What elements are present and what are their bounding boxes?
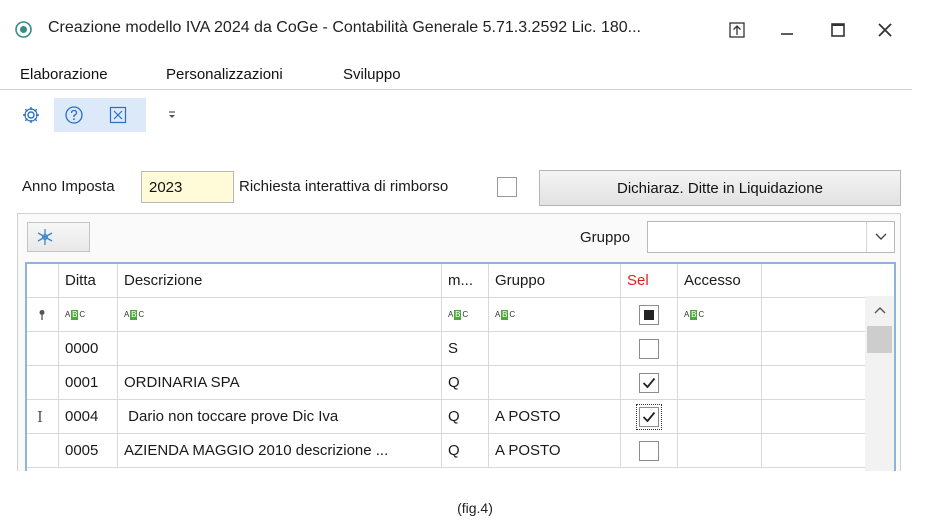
col-header-m[interactable]: m... — [442, 264, 489, 297]
col-header-descrizione[interactable]: Descrizione — [118, 264, 442, 297]
abc-filter-icon: ABC — [684, 309, 705, 320]
ditte-grid: Ditta Descrizione m... Gruppo Sel Access… — [25, 262, 896, 471]
cell-sel — [621, 434, 678, 467]
table-row[interactable]: 0001 ORDINARIA SPA Q — [27, 366, 867, 400]
cell-m: S — [442, 332, 489, 365]
col-header-gruppo[interactable]: Gruppo — [489, 264, 621, 297]
window-title: Creazione modello IVA 2024 da CoGe - Con… — [48, 19, 641, 36]
sel-checkbox[interactable] — [639, 440, 659, 461]
checkmark-icon — [642, 377, 656, 388]
table-row[interactable]: I 0004 Dario non toccare prove Dic Iva Q… — [27, 400, 867, 434]
row-marker — [27, 332, 59, 365]
cell-m: Q — [442, 400, 489, 433]
vertical-scrollbar[interactable] — [865, 296, 894, 471]
help-close-group — [54, 98, 146, 132]
text-cursor-icon: I — [27, 400, 59, 433]
sel-filter-checkbox[interactable] — [639, 304, 659, 325]
cell-gruppo: A POSTO — [489, 400, 621, 433]
cell-gruppo — [489, 366, 621, 399]
col-header-filler — [762, 264, 867, 297]
app-icon — [15, 21, 32, 38]
dichiaraz-ditte-button[interactable]: Dichiaraz. Ditte in Liquidazione — [539, 170, 901, 206]
cell-accesso — [678, 434, 762, 467]
checkmark-icon — [642, 411, 656, 422]
cell-accesso — [678, 400, 762, 433]
close-x-icon[interactable] — [109, 106, 127, 128]
chevron-up-icon[interactable] — [865, 296, 894, 324]
filter-filler — [762, 298, 867, 331]
minimize-icon[interactable] — [772, 15, 802, 45]
cell-sel — [621, 366, 678, 399]
filter-sel[interactable] — [621, 298, 678, 331]
menu-sviluppo[interactable]: Sviluppo — [343, 66, 401, 83]
gruppo-select[interactable] — [647, 221, 895, 253]
cell-gruppo — [489, 332, 621, 365]
snowflake-icon — [37, 229, 53, 245]
col-header-accesso[interactable]: Accesso — [678, 264, 762, 297]
title-bar: Creazione modello IVA 2024 da CoGe - Con… — [0, 0, 950, 62]
sel-checkbox[interactable] — [639, 338, 659, 359]
abc-filter-icon: ABC — [448, 309, 469, 320]
filter-descrizione[interactable]: ABC — [118, 298, 442, 331]
freeze-button[interactable] — [27, 222, 90, 252]
cell-descrizione: AZIENDA MAGGIO 2010 descrizione ... — [118, 434, 442, 467]
rimborso-checkbox[interactable] — [497, 177, 517, 197]
cell-sel — [621, 400, 678, 433]
grid-filter-row: ABC ABC ABC ABC ABC — [27, 298, 867, 332]
cell-ditta: 0000 — [59, 332, 118, 365]
col-header-sel[interactable]: Sel — [621, 264, 678, 297]
abc-filter-icon: ABC — [495, 309, 516, 320]
cell-accesso — [678, 332, 762, 365]
cell-ditta: 0005 — [59, 434, 118, 467]
cell-descrizione — [118, 332, 442, 365]
help-icon[interactable] — [64, 105, 84, 129]
menu-personalizzazioni[interactable]: Personalizzazioni — [166, 66, 283, 83]
scrollbar-thumb[interactable] — [867, 326, 892, 353]
sel-checkbox[interactable] — [639, 372, 659, 393]
row-marker — [27, 434, 59, 467]
cell-sel — [621, 332, 678, 365]
abc-filter-icon: ABC — [124, 309, 145, 320]
chevron-down-icon[interactable] — [866, 222, 894, 252]
overflow-icon[interactable] — [160, 98, 184, 132]
row-indicator-header — [27, 264, 59, 297]
maximize-icon[interactable] — [823, 15, 853, 45]
table-row[interactable]: 0005 AZIENDA MAGGIO 2010 descrizione ...… — [27, 434, 867, 468]
abc-filter-icon: ABC — [65, 309, 86, 320]
settings-icon[interactable] — [14, 98, 48, 132]
cell-gruppo: A POSTO — [489, 434, 621, 467]
cell-m: Q — [442, 434, 489, 467]
menu-bar: Elaborazione Personalizzazioni Sviluppo — [0, 62, 912, 90]
col-header-ditta[interactable]: Ditta — [59, 264, 118, 297]
anno-imposta-label: Anno Imposta — [22, 178, 115, 195]
toolbar — [0, 98, 400, 134]
close-icon[interactable] — [870, 15, 900, 45]
anno-imposta-input[interactable] — [141, 171, 234, 203]
cell-descrizione: Dario non toccare prove Dic Iva — [118, 400, 442, 433]
cell-ditta: 0004 — [59, 400, 118, 433]
pin-icon[interactable] — [722, 15, 752, 45]
filter-m[interactable]: ABC — [442, 298, 489, 331]
menu-elaborazione[interactable]: Elaborazione — [20, 66, 108, 83]
cell-m: Q — [442, 366, 489, 399]
gruppo-label: Gruppo — [580, 229, 631, 246]
cell-accesso — [678, 366, 762, 399]
cell-ditta: 0001 — [59, 366, 118, 399]
figure-caption: (fig.4) — [457, 500, 493, 516]
filter-ditta[interactable]: ABC — [59, 298, 118, 331]
grid-header-row: Ditta Descrizione m... Gruppo Sel Access… — [27, 264, 867, 298]
cell-descrizione: ORDINARIA SPA — [118, 366, 442, 399]
filter-gruppo[interactable]: ABC — [489, 298, 621, 331]
rimborso-label: Richiesta interattiva di rimborso — [239, 178, 449, 195]
sel-checkbox[interactable] — [636, 403, 662, 430]
filter-pin-icon — [27, 298, 59, 331]
filter-accesso[interactable]: ABC — [678, 298, 762, 331]
table-row[interactable]: 0000 S — [27, 332, 867, 366]
row-marker — [27, 366, 59, 399]
